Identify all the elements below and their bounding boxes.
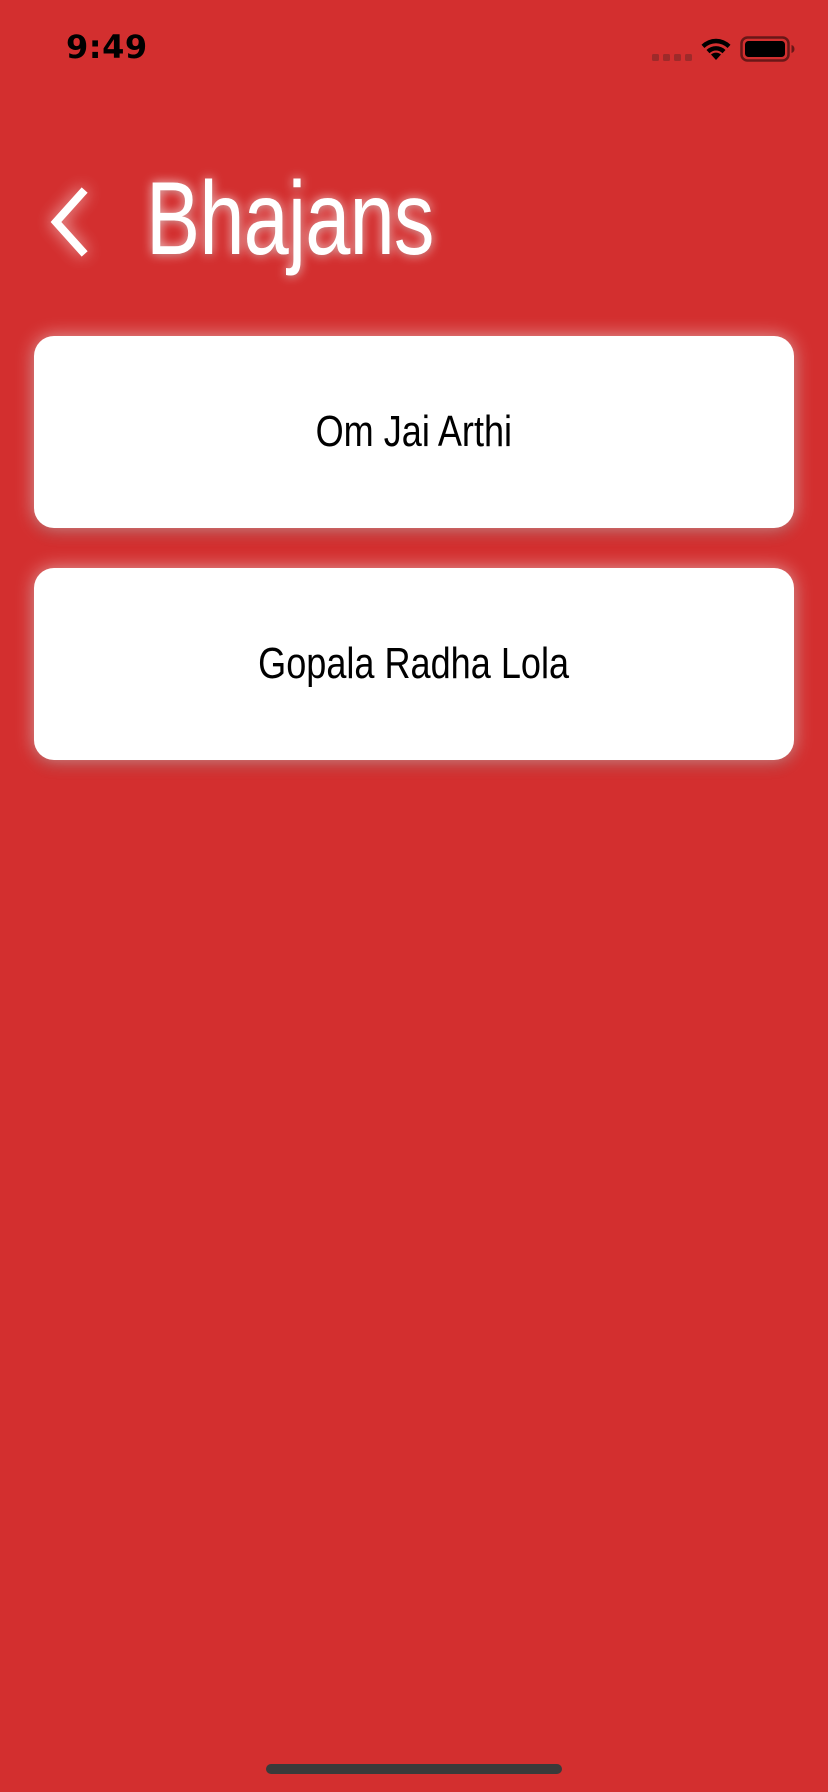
chevron-left-icon xyxy=(50,187,88,257)
cellular-signal-icon xyxy=(652,54,692,61)
list-item[interactable]: Gopala Radha Lola xyxy=(34,568,794,760)
header: Bhajans xyxy=(0,150,828,300)
wifi-icon xyxy=(701,38,731,60)
list-item-label: Gopala Radha Lola xyxy=(258,639,570,688)
home-indicator xyxy=(266,1764,562,1774)
status-time: 9:49 xyxy=(66,28,148,66)
battery-icon xyxy=(740,36,795,62)
list-item-label: Om Jai Arthi xyxy=(315,407,513,456)
back-button[interactable] xyxy=(36,180,100,264)
list-item[interactable]: Om Jai Arthi xyxy=(34,336,794,528)
page-title: Bhajans xyxy=(146,161,434,277)
bhajan-list: Om Jai Arthi Gopala Radha Lola xyxy=(34,336,794,800)
status-bar: 9:49 xyxy=(0,0,828,100)
